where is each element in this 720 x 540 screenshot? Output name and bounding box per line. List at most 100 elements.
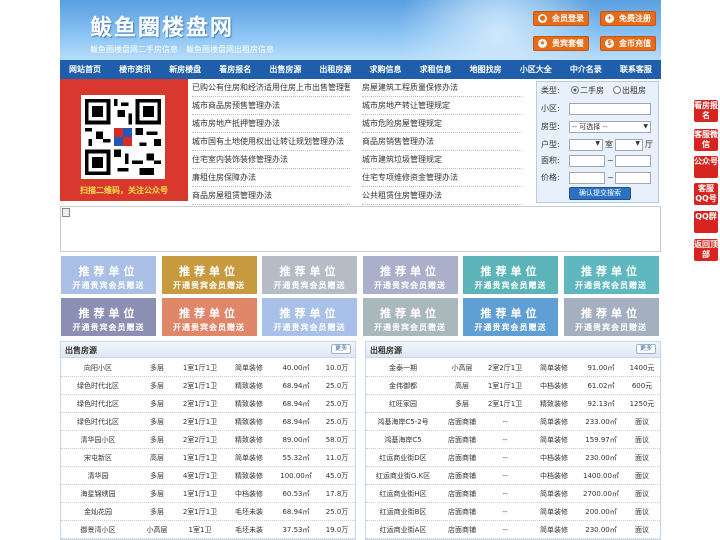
policy-link[interactable]: 商品房屋租赁管理办法 — [192, 187, 350, 205]
radio-rent[interactable]: 出租房 — [613, 84, 646, 98]
community-cell[interactable]: 红运商业街G.K区 — [368, 467, 438, 485]
table-row[interactable]: 海星锦绣园 多层 1室1厅1卫 中档装修 60.53㎡ 17.8万 — [61, 485, 355, 503]
price-min-input[interactable] — [569, 172, 605, 184]
nav-news[interactable]: 楼市资讯 — [110, 60, 160, 79]
side-back-to-top[interactable]: 返回顶部 — [694, 239, 718, 261]
coin-recharge-button[interactable]: $ 金币充值 — [600, 36, 656, 51]
room-select[interactable]: ▼ — [569, 139, 603, 151]
ad-slot[interactable]: 推荐单位 开通贵宾会员赠送 — [60, 255, 157, 295]
policy-link[interactable]: 房屋建筑工程质量保修办法 — [362, 79, 522, 97]
ad-slot[interactable]: 推荐单位 开通贵宾会员赠送 — [462, 255, 559, 295]
sale-more-button[interactable]: 更多 — [331, 344, 351, 354]
area-min-input[interactable] — [569, 155, 605, 167]
ad-slot[interactable]: 推荐单位 开通贵宾会员赠送 — [361, 255, 459, 295]
radio-sale[interactable]: 二手房 — [571, 84, 604, 98]
side-viewing-signup[interactable]: 看房报名 — [694, 100, 718, 122]
nav-agents[interactable]: 中介名录 — [561, 60, 611, 79]
community-input[interactable] — [569, 103, 651, 115]
community-cell[interactable]: 红运商业街D区 — [368, 449, 438, 467]
community-cell[interactable]: 金灿花园 — [63, 503, 133, 521]
site-title[interactable]: 鲅鱼圈楼盘网 — [90, 10, 234, 42]
community-cell[interactable]: 红运商业街B区 — [368, 503, 438, 521]
policy-link[interactable]: 城市房地产转让管理规定 — [362, 97, 522, 115]
table-row[interactable]: 金灿花园 多层 2室1厅1卫 毛坯未装 68.94㎡ 25.0万 — [61, 503, 355, 521]
nav-communities[interactable]: 小区大全 — [511, 60, 561, 79]
side-qq-group[interactable]: QQ群 — [694, 211, 718, 233]
table-row[interactable]: 金伟御都 高层 1室1厅1卫 中档装修 61.02㎡ 600元 — [366, 377, 660, 395]
policy-link[interactable]: 住宅室内装饰装修管理办法 — [192, 151, 350, 169]
table-row[interactable]: 红运商业街H区 店面商铺 -- 简单装修 2700.00㎡ 面议 — [366, 485, 660, 503]
policy-link[interactable]: 商品房销售管理办法 — [362, 133, 522, 151]
policy-link[interactable]: 廉租住房保障办法 — [192, 169, 350, 187]
table-row[interactable]: 向阳小区 多层 1室1厅1卫 简单装修 40.00㎡ 10.0万 — [61, 359, 355, 377]
search-submit-button[interactable]: 确认提交搜索 — [569, 187, 631, 200]
table-row[interactable]: 金泰一期 小高层 2室2厅1卫 简单装修 91.00㎡ 1400元 — [366, 359, 660, 377]
table-row[interactable]: 绿色时代北区 多层 2室1厅1卫 精致装修 68.94㎡ 25.0万 — [61, 395, 355, 413]
community-cell[interactable]: 清华园小区 — [63, 431, 133, 449]
community-cell[interactable]: 金伟御都 — [368, 377, 438, 395]
table-row[interactable]: 红旺家园 多层 2室1厅1卫 精致装修 92.13㎡ 1250元 — [366, 395, 660, 413]
ad-slot[interactable]: 推荐单位 开通贵宾会员赠送 — [60, 297, 157, 337]
nav-wanted-rent[interactable]: 求租信息 — [411, 60, 461, 79]
nav-wanted-buy[interactable]: 求购信息 — [360, 60, 410, 79]
side-official-account[interactable]: 公众号 — [694, 156, 718, 178]
community-cell[interactable]: 海星锦绣园 — [63, 485, 133, 503]
table-row[interactable]: 绿色时代北区 多层 2室1厅1卫 精致装修 68.94㎡ 25.0万 — [61, 413, 355, 431]
table-row[interactable]: 绿色时代北区 多层 2室1厅1卫 精致装修 68.94㎡ 25.0万 — [61, 377, 355, 395]
ad-slot[interactable]: 推荐单位 开通贵宾会员赠送 — [261, 255, 358, 295]
policy-link[interactable]: 城市房地产抵押管理办法 — [192, 115, 350, 133]
nav-contact[interactable]: 联系客服 — [611, 60, 661, 79]
nav-new-homes[interactable]: 新房楼盘 — [160, 60, 210, 79]
community-cell[interactable]: 鸿基海岸C5-2号 — [368, 413, 438, 431]
nav-for-rent[interactable]: 出租房源 — [310, 60, 360, 79]
banner-image[interactable] — [60, 206, 661, 252]
ad-slot[interactable]: 推荐单位 开通贵宾会员赠送 — [361, 297, 459, 337]
area-max-input[interactable] — [615, 155, 651, 167]
policy-link[interactable]: 已购公有住房和经济适用住房上市出售管理暂 — [192, 79, 350, 97]
table-row[interactable]: 红运商业街A区 店面商铺 -- 简单装修 230.00㎡ 面议 — [366, 521, 660, 539]
table-row[interactable]: 御景湾小区 小高层 1室1卫 毛坯未装 37.53㎡ 19.0万 — [61, 521, 355, 539]
ad-slot[interactable]: 推荐单位 开通贵宾会员赠送 — [261, 297, 358, 337]
table-row[interactable]: 清华园小区 多层 2室2厅1卫 精致装修 89.00㎡ 58.0万 — [61, 431, 355, 449]
hall-select[interactable]: ▼ — [615, 139, 643, 151]
community-cell[interactable]: 绿色时代北区 — [63, 395, 133, 413]
community-cell[interactable]: 红运商业街H区 — [368, 485, 438, 503]
community-cell[interactable]: 宋屯新区 — [63, 449, 133, 467]
login-button[interactable]: ● 会员登录 — [533, 11, 589, 26]
table-row[interactable]: 鸿基海岸C5 店面商铺 -- 简单装修 159.97㎡ 面议 — [366, 431, 660, 449]
community-cell[interactable]: 御景湾小区 — [63, 521, 133, 539]
nav-for-sale[interactable]: 出售房源 — [260, 60, 310, 79]
nav-viewing-signup[interactable]: 看房报名 — [210, 60, 260, 79]
policy-link[interactable]: 城市危险房屋管理规定 — [362, 115, 522, 133]
community-cell[interactable]: 金泰一期 — [368, 359, 438, 377]
house-type-select[interactable]: -- 可选择 -- ▼ — [569, 121, 651, 133]
nav-home[interactable]: 网站首页 — [60, 60, 110, 79]
table-row[interactable]: 红运商业街B区 店面商铺 -- 简单装修 200.00㎡ 面议 — [366, 503, 660, 521]
table-row[interactable]: 鸿基海岸C5-2号 店面商铺 -- 简单装修 233.00㎡ 面议 — [366, 413, 660, 431]
ad-slot[interactable]: 推荐单位 开通贵宾会员赠送 — [160, 255, 258, 295]
table-row[interactable]: 清华园 多层 4室1厅1卫 精致装修 100.00㎡ 45.0万 — [61, 467, 355, 485]
ad-slot[interactable]: 推荐单位 开通贵宾会员赠送 — [562, 297, 660, 337]
community-cell[interactable]: 绿色时代北区 — [63, 413, 133, 431]
policy-link[interactable]: 城市建筑垃圾管理规定 — [362, 151, 522, 169]
policy-link[interactable]: 住宅专项维修资金管理办法 — [362, 169, 522, 187]
price-max-input[interactable] — [615, 172, 651, 184]
community-cell[interactable]: 红旺家园 — [368, 395, 438, 413]
vip-package-button[interactable]: ★ 贵宾套餐 — [533, 36, 589, 51]
nav-map-search[interactable]: 地图找房 — [461, 60, 511, 79]
ad-slot[interactable]: 推荐单位 开通贵宾会员赠送 — [160, 297, 258, 337]
rent-more-button[interactable]: 更多 — [636, 344, 656, 354]
ad-slot[interactable]: 推荐单位 开通贵宾会员赠送 — [562, 255, 660, 295]
policy-link[interactable]: 城市国有土地使用权出让转让规划管理办法 — [192, 133, 350, 151]
community-cell[interactable]: 红运商业街A区 — [368, 521, 438, 539]
policy-link[interactable]: 城市商品房预售管理办法 — [192, 97, 350, 115]
table-row[interactable]: 红运商业街G.K区 店面商铺 -- 中档装修 1400.00㎡ 面议 — [366, 467, 660, 485]
ad-slot[interactable]: 推荐单位 开通贵宾会员赠送 — [462, 297, 559, 337]
table-row[interactable]: 红运商业街D区 店面商铺 -- 中档装修 230.00㎡ 面议 — [366, 449, 660, 467]
table-row[interactable]: 宋屯新区 高层 1室1厅1卫 简单装修 55.32㎡ 11.0万 — [61, 449, 355, 467]
register-button[interactable]: + 免费注册 — [600, 11, 656, 26]
policy-link[interactable]: 公共租赁住房管理办法 — [362, 187, 522, 205]
side-qq-service[interactable]: 客服QQ号 — [694, 183, 718, 205]
side-wechat-service[interactable]: 客服微信 — [694, 129, 718, 151]
community-cell[interactable]: 向阳小区 — [63, 359, 133, 377]
